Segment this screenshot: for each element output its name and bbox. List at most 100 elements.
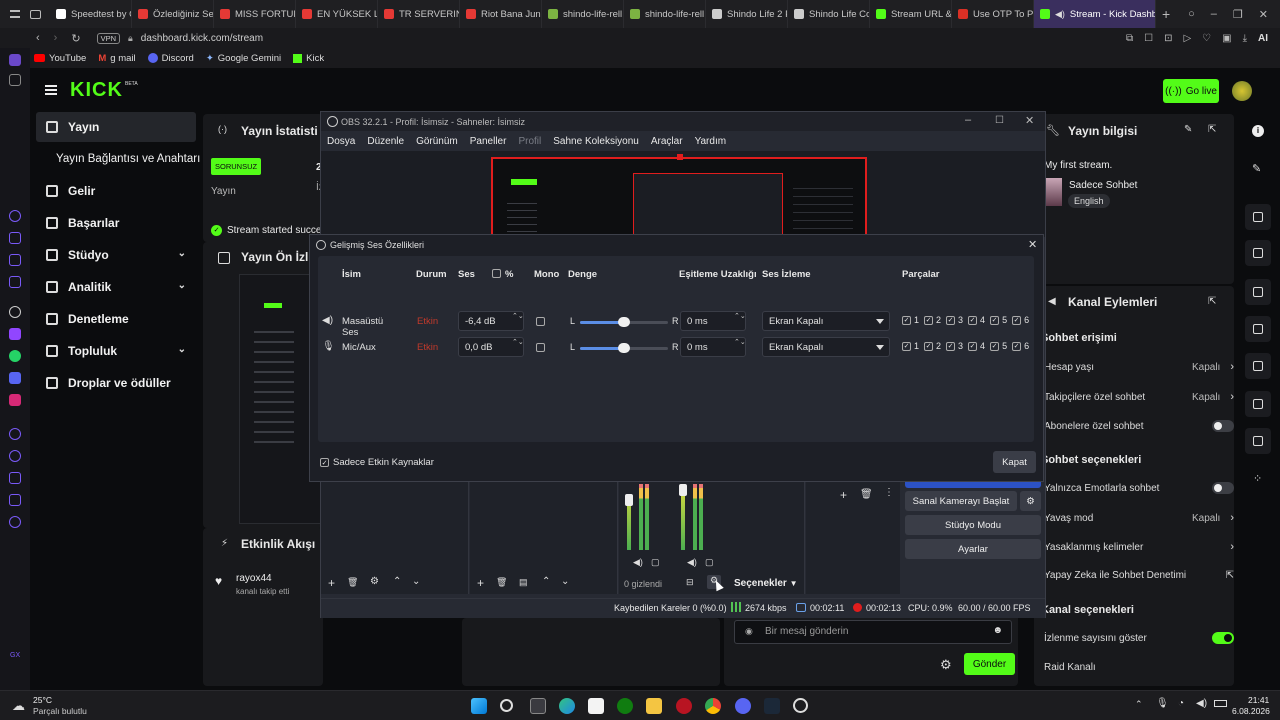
download-icon[interactable]: ⤓ — [1243, 33, 1247, 44]
twitch-icon[interactable] — [9, 328, 21, 340]
bookmark-gmail[interactable]: Mg mail — [98, 53, 135, 64]
chrome-icon[interactable] — [705, 698, 721, 714]
track-checkbox[interactable]: ✓ 5 — [990, 315, 1007, 325]
sync-offset-spinbox[interactable]: 0 ms ⌃⌄ — [680, 311, 746, 331]
emoji-icon[interactable]: ☻ — [992, 625, 1003, 636]
obs-menu-item[interactable]: Düzenle — [367, 136, 404, 147]
mute-icon[interactable]: ◀) — [687, 557, 697, 568]
maximize-icon[interactable]: ☐ — [995, 115, 1004, 126]
extensions-icon[interactable] — [9, 494, 21, 506]
popout-icon[interactable]: ⇱ — [1208, 124, 1216, 135]
task-view-icon[interactable] — [530, 698, 546, 714]
header-name[interactable]: İsim — [342, 269, 361, 280]
vpn-badge[interactable]: VPN — [96, 32, 120, 44]
sidebar-item-1[interactable]: Yayın Bağlantısı ve Anahtarı — [36, 144, 204, 174]
slider-knob[interactable] — [618, 343, 630, 353]
spin-arrows-icon[interactable]: ⌃⌄ — [512, 313, 524, 329]
weather-text[interactable]: Parçalı bulutlu — [33, 706, 87, 716]
scene-filters-icon[interactable]: ⚙︎ — [370, 576, 379, 587]
obs-icon[interactable] — [793, 698, 808, 713]
bookmark-icon[interactable]: ☐ — [1144, 33, 1153, 44]
extensions-icon[interactable]: ⧉ — [1126, 33, 1133, 44]
bookmark-discord[interactable]: Discord — [147, 53, 194, 64]
sidebar-item-5[interactable]: Analitik ⌄ — [36, 272, 196, 302]
tab[interactable]: Özlediğiniz Ser — [132, 0, 214, 28]
gear-icon[interactable]: ▢ — [705, 557, 714, 568]
track-checkbox[interactable]: ✓ 1 — [902, 315, 919, 325]
header-tracks[interactable]: Parçalar — [902, 269, 940, 280]
header-mono[interactable]: Mono — [534, 269, 559, 280]
setting-control[interactable] — [1212, 420, 1234, 432]
discord-icon[interactable] — [735, 698, 751, 714]
sync-offset-spinbox[interactable]: 0 ms ⌃⌄ — [680, 337, 746, 357]
setting-row[interactable]: Yavaş mod Kapalı › — [1044, 512, 1234, 524]
ai-button[interactable]: AI — [1258, 33, 1268, 44]
setting-row[interactable]: Abonelere özel sohbet — [1044, 420, 1234, 432]
sidebar-item-2[interactable]: Gelir — [36, 176, 196, 206]
wallet-icon[interactable]: ▣ — [1222, 33, 1231, 44]
setting-row[interactable]: Raid Kanalı — [1044, 662, 1234, 673]
trash-icon[interactable]: 🗑︎ — [860, 489, 873, 500]
menu-icon[interactable] — [45, 85, 57, 95]
more-icon[interactable]: ⋮ — [884, 487, 894, 498]
mic-icon[interactable]: 🎙︎ — [1156, 698, 1169, 709]
tab[interactable]: Riot Bana Jung — [460, 0, 542, 28]
mute-icon[interactable]: ◀) — [633, 557, 643, 568]
settings-icon[interactable] — [9, 516, 21, 528]
add-icon[interactable]: + — [840, 488, 847, 502]
kick-logo[interactable]: KICK — [70, 79, 123, 102]
track-checkbox[interactable]: ✓ 5 — [990, 341, 1007, 351]
studio-mode-button[interactable]: Stüdyo Modu — [905, 515, 1041, 535]
header-monitoring[interactable]: Ses İzleme — [762, 269, 811, 280]
move-down-icon[interactable]: ⌄ — [412, 576, 420, 587]
remove-source-icon[interactable]: 🗑︎ — [496, 577, 507, 588]
temperature[interactable]: 25°C — [33, 695, 52, 705]
obs-menu-item[interactable]: Görünüm — [416, 136, 458, 147]
store-icon[interactable] — [588, 698, 604, 714]
track-checkbox[interactable]: ✓ 2 — [924, 315, 941, 325]
spin-arrows-icon[interactable]: ⌃⌄ — [734, 339, 746, 355]
volume-spinbox[interactable]: -6,4 dB ⌃⌄ — [458, 311, 524, 331]
forward-icon[interactable]: › — [54, 32, 58, 44]
chat-settings-icon[interactable]: ⚙︎ — [940, 657, 952, 673]
screenshot-icon[interactable]: ⊡ — [1164, 33, 1172, 44]
opera-gx-icon[interactable] — [676, 698, 692, 714]
sidebar-item-0[interactable]: Yayın — [36, 112, 196, 142]
balance-slider[interactable] — [580, 342, 668, 354]
obs-menu-item[interactable]: Araçlar — [651, 136, 683, 147]
sidebar-item-3[interactable]: Başarılar — [36, 208, 196, 238]
chat-input[interactable]: ◉ Bir mesaj gönderin ☻ — [734, 620, 1012, 644]
messenger-icon[interactable] — [9, 210, 21, 222]
mono-checkbox[interactable] — [536, 343, 545, 352]
wifi-icon[interactable]: ◔ — [1178, 698, 1184, 709]
bookmark-gemini[interactable]: ✦ Google Gemini — [206, 53, 281, 64]
setting-row[interactable]: Takipçilere özel sohbet Kapalı › — [1044, 391, 1234, 403]
track-checkbox[interactable]: ✓ 2 — [924, 341, 941, 351]
search-tabs-icon[interactable]: ○ — [1188, 8, 1195, 21]
popout-icon[interactable]: ⇱ — [1208, 296, 1216, 307]
play-icon[interactable]: ▷ — [1183, 33, 1191, 44]
slider-knob[interactable] — [618, 317, 630, 327]
add-source-icon[interactable]: + — [477, 576, 484, 590]
spin-arrows-icon[interactable]: ⌃⌄ — [512, 339, 524, 355]
follower-name[interactable]: rayox44 — [236, 573, 272, 584]
virtual-camera-settings-icon[interactable]: ⚙︎ — [1020, 491, 1041, 511]
tab[interactable]: TR SERVERIND — [378, 0, 460, 28]
setting-row[interactable]: Yalnızca Emotlarla sohbet — [1044, 482, 1234, 494]
percent-checkbox[interactable] — [492, 269, 501, 278]
options-menu[interactable]: Seçenekler ▼ — [734, 578, 798, 589]
sidebar-app-icon[interactable] — [9, 232, 21, 244]
bookmark-kick[interactable]: Kick — [293, 53, 324, 64]
obs-menu-item[interactable]: Yardım — [695, 136, 727, 147]
close-icon[interactable]: ✕ — [1025, 114, 1034, 127]
focus-icon[interactable] — [1245, 204, 1271, 230]
header-sync-offset[interactable]: Eşitleme Uzaklığı — [679, 269, 757, 280]
sidebar-item-6[interactable]: Denetleme — [36, 304, 196, 334]
clock-time[interactable]: 21:41 — [1248, 695, 1269, 705]
tab[interactable]: Speedtest by O — [50, 0, 132, 28]
add-scene-icon[interactable]: + — [328, 576, 335, 590]
avatar[interactable] — [1232, 81, 1252, 101]
monitoring-dropdown[interactable]: Ekran Kapalı — [762, 311, 890, 331]
setting-control[interactable] — [1212, 632, 1234, 644]
bookmark-youtube[interactable]: YouTube — [34, 53, 86, 64]
